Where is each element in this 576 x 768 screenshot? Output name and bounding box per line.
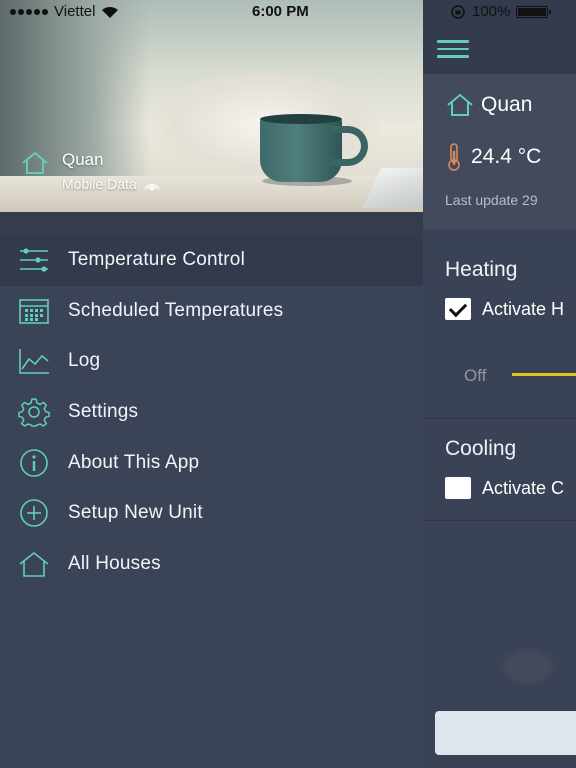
- drawer-header-photo: Quan Mobile Data: [0, 0, 423, 212]
- sliders-icon: [18, 244, 50, 276]
- cooling-checkbox[interactable]: [445, 477, 471, 499]
- house-icon: [447, 93, 473, 116]
- cooling-activate-label: Activate C: [482, 477, 565, 498]
- decorative-shape: [503, 650, 553, 684]
- heating-checkbox[interactable]: [445, 298, 471, 320]
- gear-icon: [18, 396, 50, 428]
- connection-status: Mobile Data: [62, 176, 161, 192]
- drawer-house-info[interactable]: Quan Mobile Data: [20, 150, 161, 192]
- menu-item-scheduled-temperatures[interactable]: Scheduled Temperatures: [0, 286, 423, 337]
- menu-label: Settings: [68, 401, 139, 423]
- signal-strength-icon: [10, 8, 48, 15]
- thermometer-icon: [448, 143, 460, 171]
- signal-icon: [144, 184, 160, 191]
- menu-label: Scheduled Temperatures: [68, 299, 284, 321]
- photo-mug-handle: [330, 126, 368, 166]
- drawer-menu-spacer: [0, 212, 423, 235]
- carrier-name: Viettel: [54, 3, 96, 20]
- rotation-lock-icon: [451, 4, 465, 19]
- temperature-row: 24.4 °C: [445, 142, 541, 172]
- menu-item-about[interactable]: About This App: [0, 437, 423, 488]
- heating-activate-row[interactable]: Activate H: [445, 298, 564, 320]
- section-divider: [423, 520, 576, 521]
- menu-item-log[interactable]: Log: [0, 336, 423, 387]
- status-time: 6:00 PM: [252, 3, 309, 20]
- menu-item-temperature-control[interactable]: Temperature Control: [0, 235, 423, 286]
- heating-activate-label: Activate H: [482, 298, 565, 319]
- photo-keyboard: [362, 168, 423, 208]
- menu-item-settings[interactable]: Settings: [0, 387, 423, 438]
- menu-label: Temperature Control: [68, 249, 245, 271]
- house-icon: [18, 548, 50, 580]
- battery-percent: 100%: [472, 3, 511, 20]
- menu-item-setup-new-unit[interactable]: Setup New Unit: [0, 488, 423, 539]
- connection-label: Mobile Data: [62, 176, 137, 192]
- menu-label: All Houses: [68, 552, 161, 574]
- heating-slider-off-label: Off: [464, 366, 487, 385]
- house-name: Quan: [481, 93, 533, 116]
- status-right-group: 100%: [450, 3, 552, 20]
- house-card[interactable]: Quan 24.4 °C Last update 29: [423, 74, 576, 229]
- drawer-house-text: Quan Mobile Data: [62, 150, 161, 192]
- menu-label: Log: [68, 350, 101, 372]
- cooling-title: Cooling: [445, 437, 517, 460]
- status-bar: Viettel 6:00 PM 100%: [0, 0, 576, 24]
- wifi-icon: [102, 6, 119, 18]
- plus-circle-icon: [18, 497, 50, 529]
- side-drawer: Quan Mobile Data Temperature Control Sch…: [0, 0, 423, 768]
- calendar-icon: [18, 295, 50, 327]
- bottom-action-button[interactable]: [435, 711, 576, 755]
- heating-title: Heating: [445, 258, 518, 281]
- current-temperature: 24.4 °C: [471, 145, 542, 168]
- drawer-menu: Temperature Control Scheduled Temperatur…: [0, 235, 423, 589]
- menu-label: Setup New Unit: [68, 502, 203, 524]
- heating-slider-track[interactable]: [512, 373, 576, 376]
- info-icon: [18, 447, 50, 479]
- menu-label: About This App: [68, 451, 200, 473]
- house-icon: [22, 151, 48, 174]
- house-name-row: Quan: [445, 92, 532, 118]
- line-chart-icon: [18, 345, 50, 377]
- cooling-activate-row[interactable]: Activate C: [445, 477, 564, 499]
- battery-icon: [516, 5, 552, 18]
- hamburger-menu-icon[interactable]: [437, 40, 469, 58]
- main-panel: Quan 24.4 °C Last update 29 Heating Acti…: [423, 0, 576, 768]
- menu-item-all-houses[interactable]: All Houses: [0, 539, 423, 590]
- section-divider: [423, 418, 576, 419]
- last-update-text: Last update 29: [445, 192, 538, 208]
- drawer-house-name: Quan: [62, 150, 104, 169]
- status-carrier-group: Viettel: [10, 3, 119, 20]
